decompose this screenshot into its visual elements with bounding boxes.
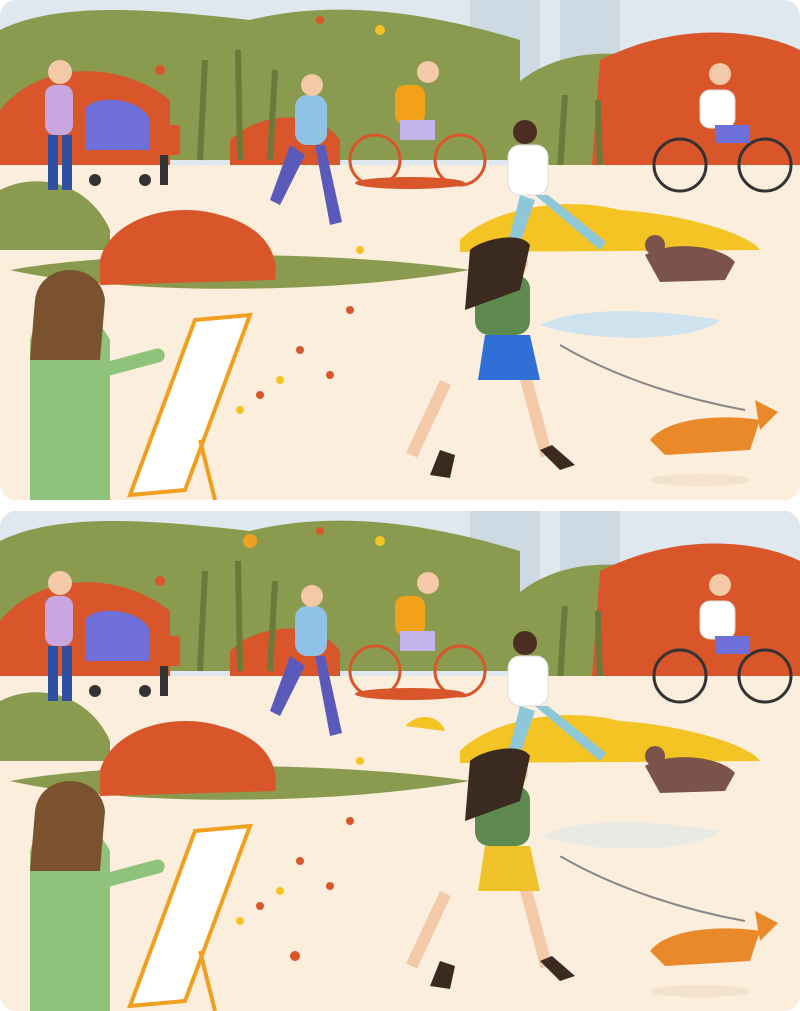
skirt-top	[478, 335, 540, 380]
illustration-top	[0, 0, 800, 500]
extra-leaf-2	[290, 951, 300, 961]
extra-leaf	[243, 534, 257, 548]
panel-bottom	[0, 511, 800, 1011]
illustration-bottom	[0, 511, 800, 1011]
skirt-bottom	[478, 846, 540, 891]
missing-puddle-cover	[540, 821, 725, 856]
panel-top	[0, 0, 800, 500]
